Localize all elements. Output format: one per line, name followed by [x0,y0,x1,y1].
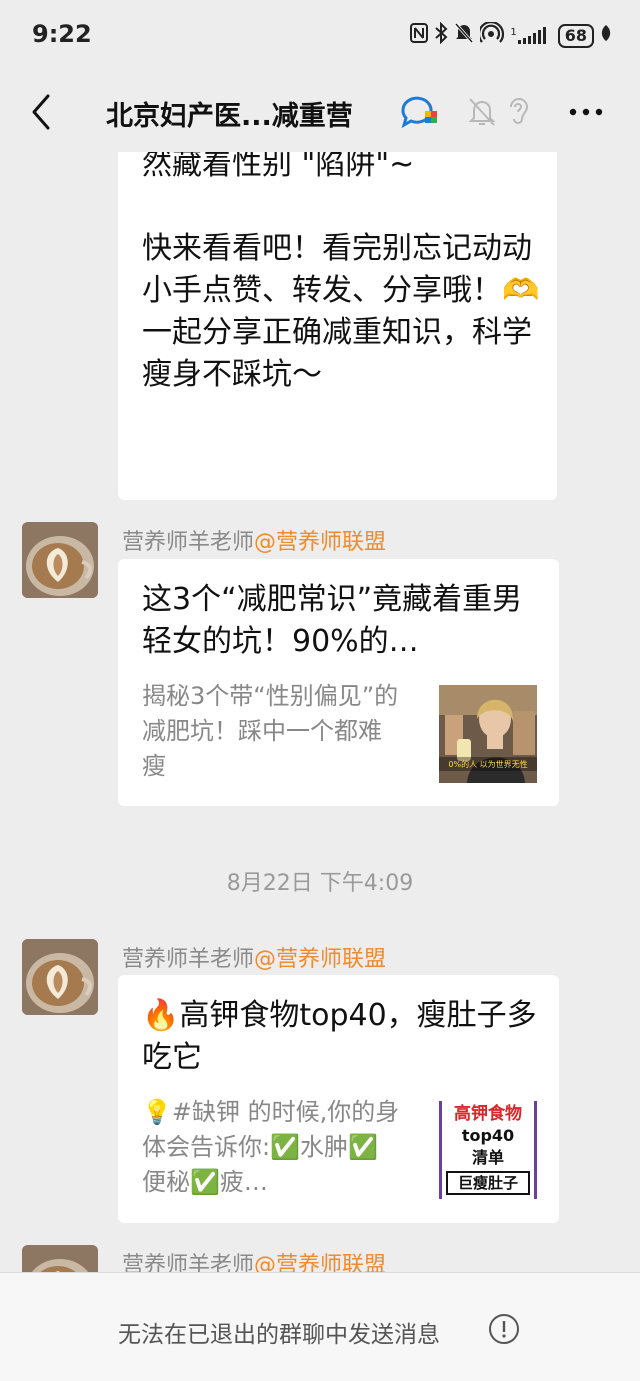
back-button[interactable] [24,90,60,134]
chat-message-list[interactable]: 然藏着性别 "陷阱"~ 快来看看吧！看完别忘记动动小手点赞、转发、分享哦！🫶一起… [0,152,640,1272]
avatar[interactable] [22,1245,98,1272]
chat-title: 北京妇产医...减重营 [106,101,353,132]
status-time: 9:22 [32,20,92,48]
sender-label: 营养师羊老师@营养师联盟 [122,941,386,973]
thumbnail-line-1: 高钾食物 [454,1104,522,1124]
thumbnail-line-4: 巨瘦肚子 [446,1171,530,1195]
shared-article-card[interactable]: 🔥高钾食物top40，瘦肚子多吃它 💡#缺钾 的时候,你的身体会告诉你:✅水肿✅… [118,975,559,1223]
article-description: 揭秘3个带“性别偏见”的减肥坑！踩中一个都难瘦 [142,682,399,780]
article-thumbnail: 0%的人 以为世界无性 [439,685,537,783]
cannot-send-notice: 无法在已退出的群聊中发送消息 [118,1322,440,1348]
enterprise-badge-icon [400,94,444,130]
message-text: 然藏着性别 "陷阱"~ 快来看看吧！看完别忘记动动小手点赞、转发、分享哦！🫶一起… [142,152,540,392]
mute-bell-icon[interactable] [467,96,497,128]
message-bubble[interactable]: 然藏着性别 "陷阱"~ 快来看看吧！看完别忘记动动小手点赞、转发、分享哦！🫶一起… [118,152,557,500]
sender-label: 营养师羊老师@营养师联盟 [122,524,386,556]
info-icon[interactable] [488,1313,520,1345]
ear-icon[interactable] [505,95,531,127]
more-icon [569,108,603,116]
article-thumbnail: 高钾食物 top40 清单 巨瘦肚子 [439,1101,537,1199]
more-button[interactable] [566,98,606,126]
dnd-icon [454,22,474,49]
latte-art-avatar-icon [22,522,98,598]
status-icons: 1 68 [410,20,612,49]
bluetooth-icon [434,21,448,49]
sender-name: 营养师羊老师 [122,947,255,972]
message-timestamp: 8月22日 下午4:09 [226,871,414,896]
nfc-icon [410,23,429,48]
thumbnail-caption: 0%的人 以为世界无性 [448,759,527,769]
signal-icon: 1 [510,26,551,45]
status-bar: 9:22 1 68 [0,0,640,72]
chat-header: 北京妇产医...减重营 [0,72,640,152]
latte-art-avatar-icon [22,1245,98,1272]
sender-org: @营养师联盟 [254,1253,387,1272]
article-title: 🔥高钾食物top40，瘦肚子多吃它 [142,998,537,1075]
sender-org: @营养师联盟 [254,947,387,972]
leaf-icon [600,24,612,47]
back-arrow-icon [32,94,50,130]
sender-label: 营养师羊老师@营养师联盟 [122,1247,386,1272]
latte-art-avatar-icon [22,939,98,1015]
sender-name: 营养师羊老师 [122,530,255,555]
avatar[interactable] [22,522,98,598]
article-description: 💡#缺钾 的时候,你的身体会告诉你:✅水肿✅便秘✅疲… [142,1098,400,1196]
article-title: 这3个“减肥常识”竟藏着重男轻女的坑！90%的… [142,582,523,659]
shared-article-card[interactable]: 这3个“减肥常识”竟藏着重男轻女的坑！90%的… 揭秘3个带“性别偏见”的减肥坑… [118,559,559,806]
thumbnail-line-3: 清单 [471,1148,504,1167]
avatar[interactable] [22,939,98,1015]
hotspot-icon [478,20,505,49]
battery-indicator: 68 [557,23,594,48]
sender-org: @营养师联盟 [254,530,387,555]
sender-name: 营养师羊老师 [122,1253,255,1272]
bottom-notice-bar: 无法在已退出的群聊中发送消息 [0,1272,640,1381]
thumbnail-line-2: top40 [461,1126,515,1145]
